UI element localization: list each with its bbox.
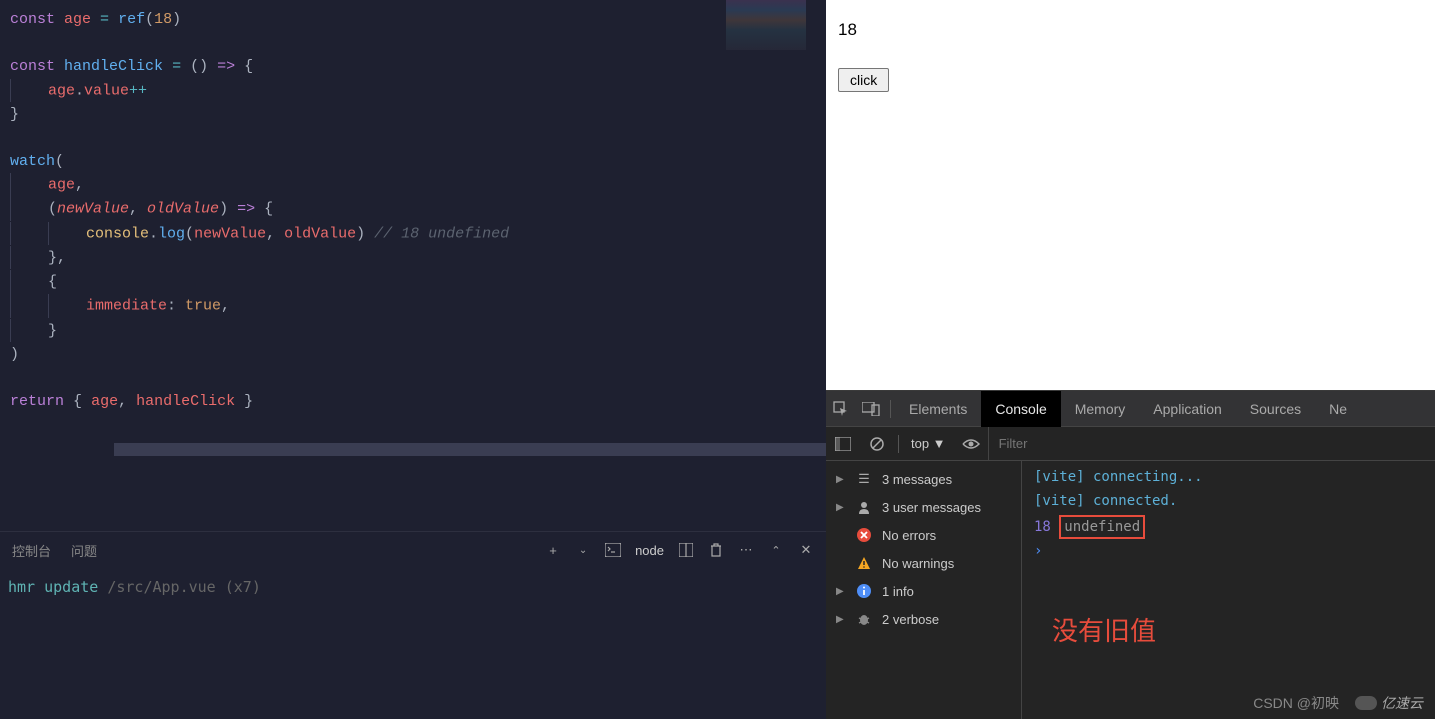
tab-memory[interactable]: Memory: [1061, 391, 1140, 427]
more-icon[interactable]: ⋯: [738, 542, 754, 558]
horizontal-scrollbar[interactable]: [114, 443, 826, 456]
sidebar-item-verbose[interactable]: ▶ 2 verbose: [826, 605, 1021, 633]
expand-icon: ▶: [836, 502, 846, 513]
console-log-value: 18: [1034, 519, 1051, 535]
sidebar-item-errors[interactable]: No errors: [826, 521, 1021, 549]
watermark: CSDN @初映 亿速云: [1253, 693, 1423, 713]
terminal-output[interactable]: hmr update /src/App.vue (x7): [0, 568, 826, 606]
list-icon: ☰: [856, 471, 872, 487]
num-18: 18: [154, 11, 172, 28]
expand-icon: ▶: [836, 586, 846, 597]
error-icon: [856, 527, 872, 543]
yisu-watermark: 亿速云: [1355, 693, 1423, 713]
devtools: Elements Console Memory Application Sour…: [826, 390, 1435, 719]
tab-sources[interactable]: Sources: [1236, 391, 1315, 427]
cloud-icon: [1355, 696, 1377, 710]
kw-const: const: [10, 11, 55, 28]
context-dropdown[interactable]: top ▼: [903, 436, 954, 451]
sidebar-item-messages[interactable]: ▶ ☰ 3 messages: [826, 465, 1021, 493]
terminal-panel: 控制台 问题 + ⌄ node ⋯ ⌃ ✕ hmr update /src/Ap…: [0, 531, 826, 719]
user-icon: [856, 499, 872, 515]
console-output[interactable]: [vite] connecting... [vite] connected. 1…: [1022, 461, 1435, 719]
preview-age-value: 18: [838, 20, 1423, 40]
terminal-tab-problems[interactable]: 问题: [71, 541, 97, 560]
csdn-watermark: CSDN @初映: [1253, 693, 1339, 713]
tab-console[interactable]: Console: [981, 391, 1060, 427]
device-icon[interactable]: [856, 391, 886, 427]
bug-icon: [856, 611, 872, 627]
browser-preview: 18 click: [826, 0, 1435, 390]
sidebar-item-warnings[interactable]: No warnings: [826, 549, 1021, 577]
tab-application[interactable]: Application: [1139, 391, 1236, 427]
plus-icon[interactable]: +: [545, 542, 561, 558]
close-icon[interactable]: ✕: [798, 542, 814, 558]
expand-icon: ▶: [836, 614, 846, 625]
console-log-undefined-highlighted: undefined: [1059, 515, 1145, 539]
sidebar-item-user-messages[interactable]: ▶ 3 user messages: [826, 493, 1021, 521]
minimap[interactable]: [726, 0, 806, 50]
console-sidebar: ▶ ☰ 3 messages ▶ 3 user messages No erro…: [826, 461, 1022, 719]
clear-console-icon[interactable]: [860, 427, 894, 461]
console-filter-input[interactable]: [988, 427, 1435, 460]
sidebar-toggle-icon[interactable]: [826, 427, 860, 461]
chevron-up-icon[interactable]: ⌃: [768, 542, 784, 558]
fn-handleclick: handleClick: [64, 58, 163, 75]
tab-network[interactable]: Ne: [1315, 391, 1361, 427]
console-log-line: [vite] connecting...: [1034, 469, 1203, 485]
trash-icon[interactable]: [708, 542, 724, 558]
console-log-line: [vite] connected.: [1034, 493, 1177, 509]
expand-icon: ▶: [836, 474, 846, 485]
fn-watch: watch: [10, 153, 55, 170]
terminal-icon[interactable]: [605, 542, 621, 558]
annotation-text: 没有旧值: [1052, 611, 1156, 648]
chevron-down-icon[interactable]: ⌄: [575, 542, 591, 558]
click-button[interactable]: click: [838, 68, 889, 92]
var-age: age: [64, 11, 91, 28]
tab-elements[interactable]: Elements: [895, 391, 981, 427]
inspect-icon[interactable]: [826, 391, 856, 427]
terminal-kind-label[interactable]: node: [635, 543, 664, 558]
eye-icon[interactable]: [954, 427, 988, 461]
info-icon: [856, 583, 872, 599]
terminal-tab-console[interactable]: 控制台: [12, 541, 51, 560]
console-prompt[interactable]: ›: [1022, 541, 1435, 561]
code-editor[interactable]: const age = ref(18) const handleClick = …: [0, 0, 826, 531]
sidebar-item-info[interactable]: ▶ 1 info: [826, 577, 1021, 605]
split-icon[interactable]: [678, 542, 694, 558]
comment: // 18 undefined: [374, 225, 509, 242]
fn-ref: ref: [118, 11, 145, 28]
warning-icon: [856, 555, 872, 571]
